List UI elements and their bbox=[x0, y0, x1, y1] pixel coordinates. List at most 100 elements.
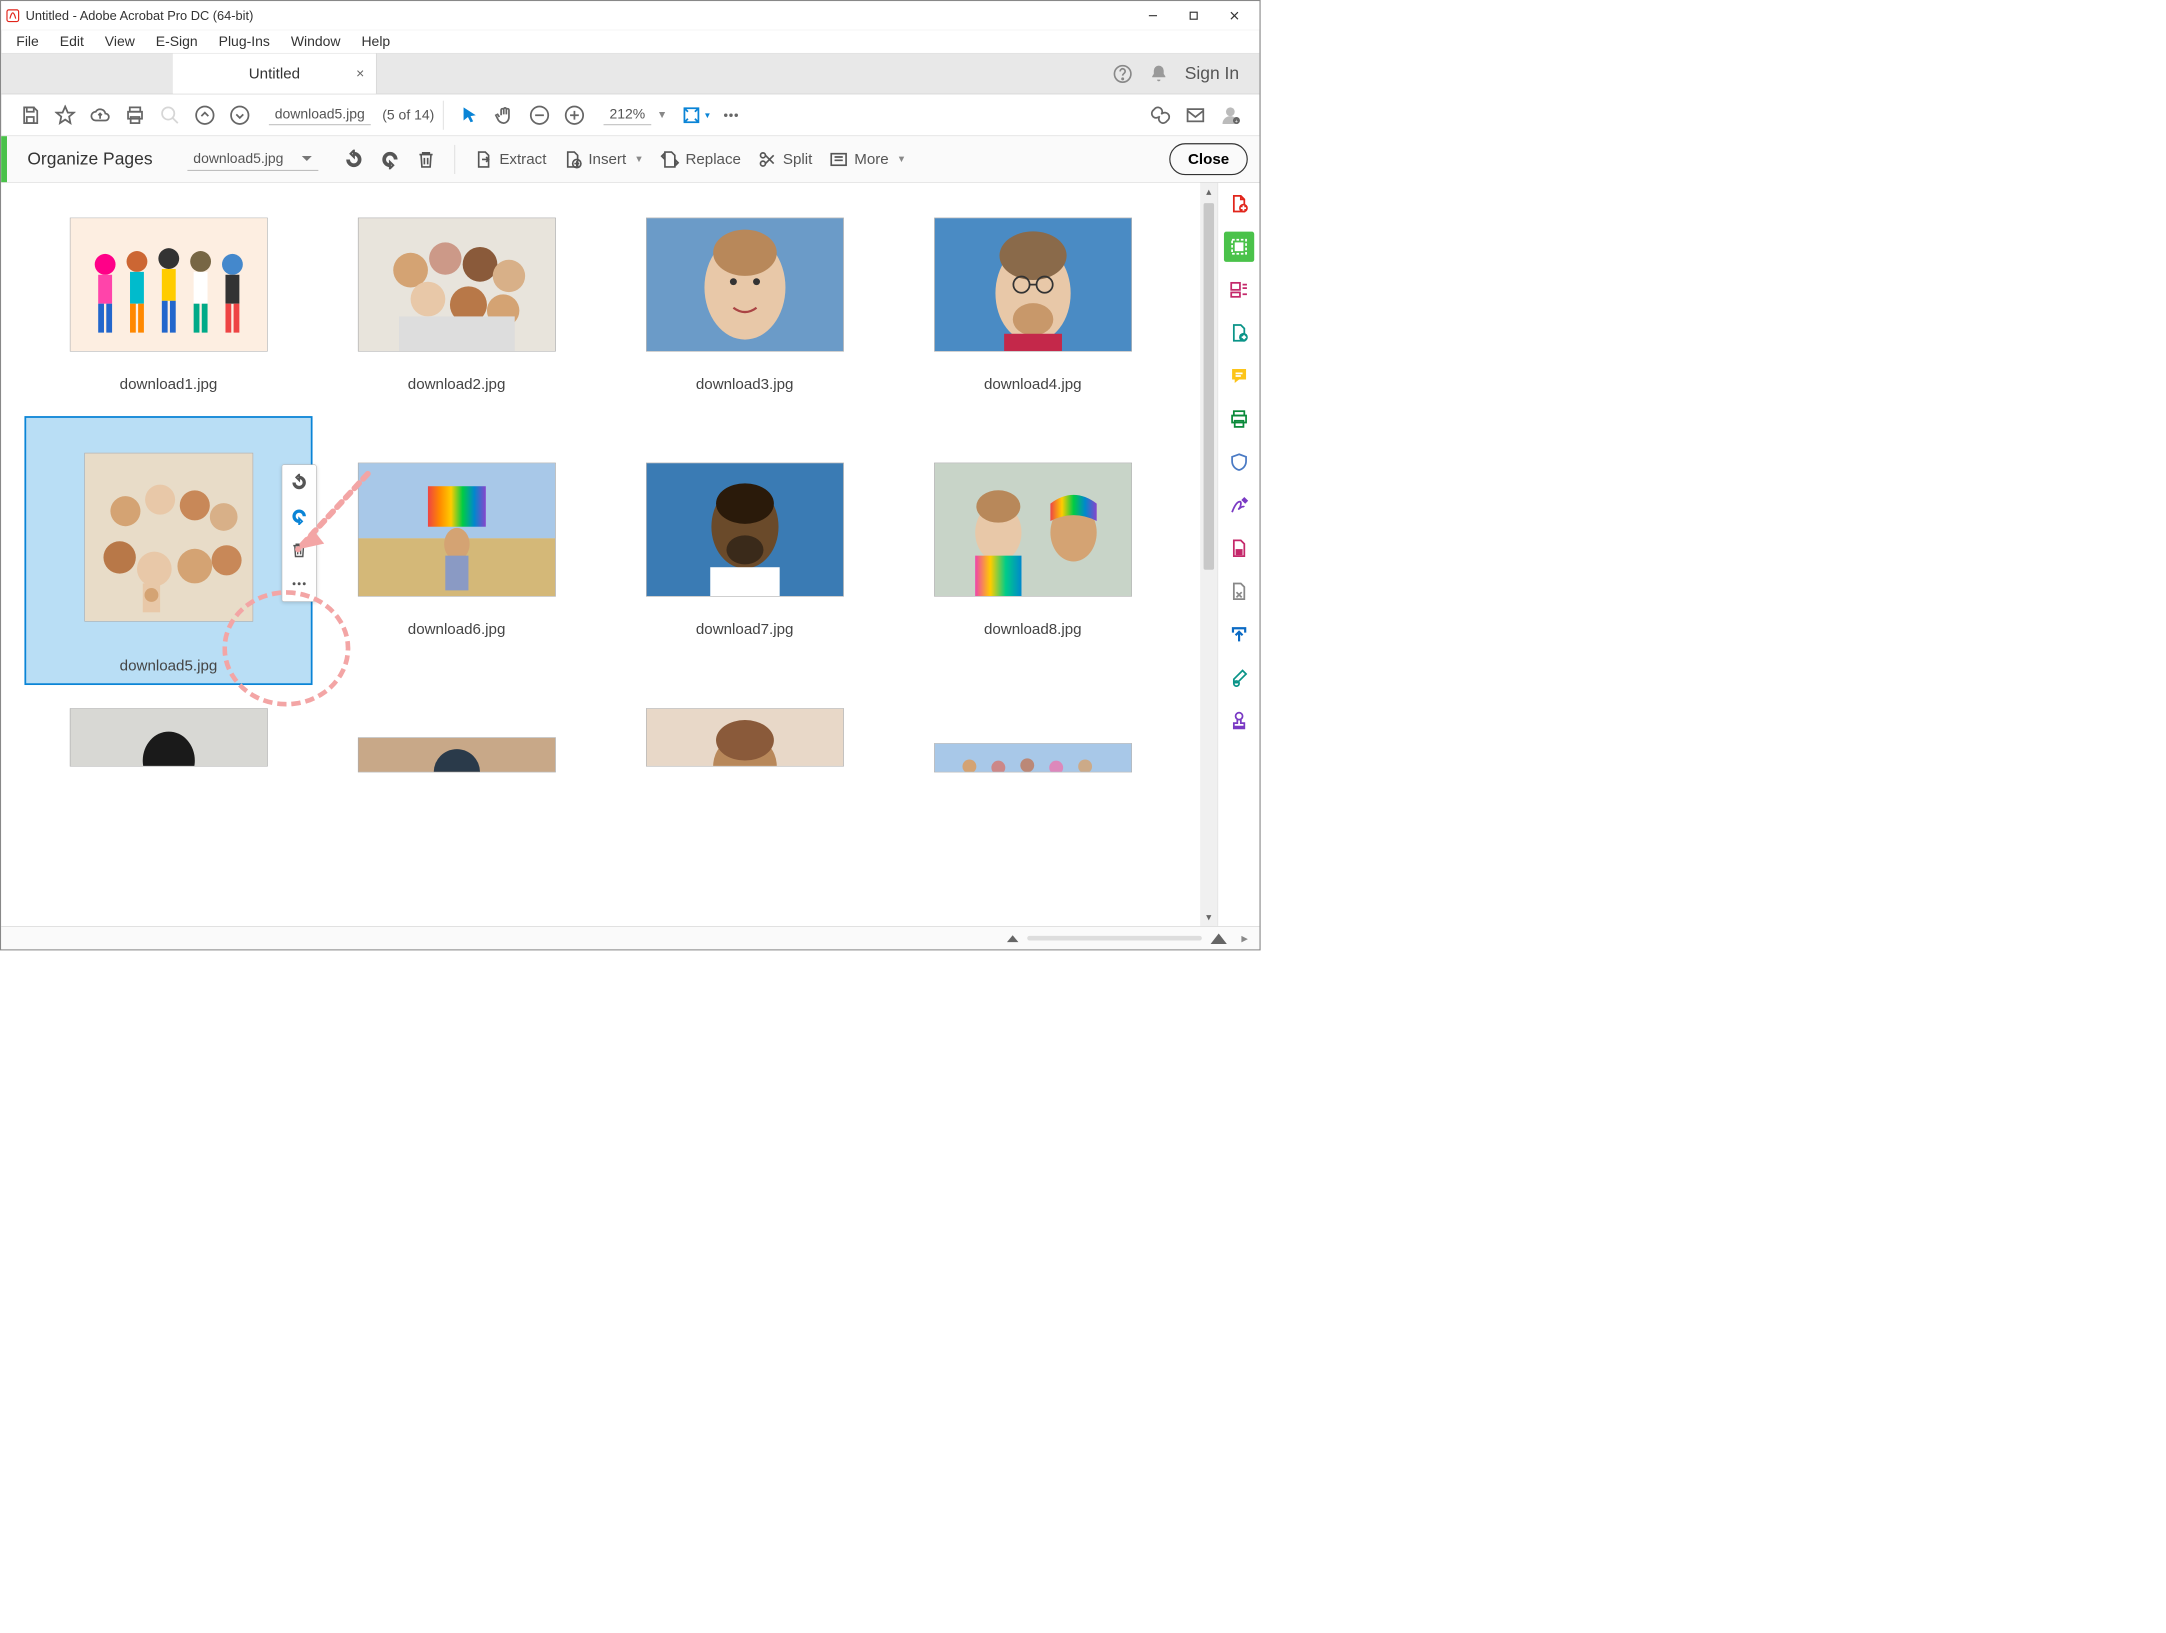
scroll-up-arrow[interactable]: ▴ bbox=[1206, 183, 1211, 200]
page-thumbnail[interactable] bbox=[313, 708, 601, 772]
page-position-label: (5 of 14) bbox=[382, 107, 434, 123]
minimize-button[interactable] bbox=[1133, 4, 1174, 27]
help-icon[interactable] bbox=[1113, 64, 1133, 84]
menu-plugins[interactable]: Plug-Ins bbox=[208, 31, 280, 53]
thumbnail-image bbox=[934, 743, 1132, 772]
insert-button[interactable]: Insert▼ bbox=[555, 145, 652, 174]
zoom-value[interactable]: 212% bbox=[604, 105, 651, 125]
share-link-icon[interactable] bbox=[1143, 97, 1178, 132]
print-tool-icon[interactable] bbox=[1224, 404, 1254, 434]
notification-bell-icon[interactable] bbox=[1149, 64, 1169, 84]
layout-tool-icon[interactable] bbox=[1224, 275, 1254, 305]
page-thumbnail-selected[interactable]: download5.jpg bbox=[24, 416, 312, 685]
thumbnail-image bbox=[646, 463, 844, 597]
scroll-down-arrow[interactable]: ▾ bbox=[1206, 909, 1211, 926]
menu-file[interactable]: File bbox=[6, 31, 49, 53]
replace-button[interactable]: Replace bbox=[652, 145, 749, 174]
scroll-down-icon[interactable] bbox=[222, 97, 257, 132]
zoom-small-icon[interactable] bbox=[1007, 934, 1019, 942]
tab-label: Untitled bbox=[249, 65, 300, 83]
certify-tool-icon[interactable] bbox=[1224, 662, 1254, 692]
tab-close-icon[interactable]: × bbox=[356, 65, 364, 81]
zoom-dropdown-icon[interactable]: ▼ bbox=[657, 109, 667, 121]
split-button[interactable]: Split bbox=[749, 145, 820, 174]
account-icon[interactable]: + bbox=[1213, 97, 1248, 132]
print-icon[interactable] bbox=[118, 97, 153, 132]
document-tab[interactable]: Untitled × bbox=[173, 54, 377, 94]
export-pdf-icon[interactable] bbox=[1224, 318, 1254, 348]
more-options-icon[interactable] bbox=[288, 572, 311, 595]
selection-cursor-icon[interactable] bbox=[452, 97, 487, 132]
close-window-button[interactable] bbox=[1214, 4, 1255, 27]
save-icon[interactable] bbox=[13, 97, 48, 132]
star-icon[interactable] bbox=[48, 97, 83, 132]
page-label: download1.jpg bbox=[120, 375, 218, 393]
delete-page-icon[interactable] bbox=[288, 538, 311, 561]
more-button[interactable]: More▼ bbox=[820, 145, 914, 174]
extract-button[interactable]: Extract bbox=[466, 145, 555, 174]
thumbnail-image bbox=[358, 737, 556, 772]
page-thumbnail[interactable]: download3.jpg bbox=[601, 218, 889, 393]
zoom-slider[interactable] bbox=[1027, 936, 1202, 941]
save-pdf-icon[interactable] bbox=[1224, 533, 1254, 563]
stamp-tool-icon[interactable] bbox=[1224, 705, 1254, 735]
email-icon[interactable] bbox=[1178, 97, 1213, 132]
rotate-cw-icon[interactable] bbox=[288, 505, 311, 528]
protect-tool-icon[interactable] bbox=[1224, 447, 1254, 477]
page-thumbnail[interactable] bbox=[889, 708, 1177, 772]
page-thumbnail[interactable]: download4.jpg bbox=[889, 218, 1177, 393]
menu-window[interactable]: Window bbox=[280, 31, 351, 53]
zoom-large-icon[interactable] bbox=[1211, 932, 1227, 944]
scroll-thumb[interactable] bbox=[1204, 203, 1214, 570]
thumbnail-image bbox=[934, 218, 1132, 352]
page-label: download5.jpg bbox=[120, 656, 218, 674]
menu-help[interactable]: Help bbox=[351, 31, 401, 53]
menu-esign[interactable]: E-Sign bbox=[145, 31, 208, 53]
close-button[interactable]: Close bbox=[1169, 143, 1247, 175]
toolbar-divider bbox=[443, 100, 444, 129]
rotate-ccw-icon[interactable] bbox=[288, 471, 311, 494]
page-thumbnail[interactable]: download6.jpg bbox=[313, 416, 601, 685]
page-thumbnail[interactable]: download7.jpg bbox=[601, 416, 889, 685]
cloud-upload-icon[interactable] bbox=[83, 97, 118, 132]
page-label: download3.jpg bbox=[696, 375, 794, 393]
maximize-button[interactable] bbox=[1173, 4, 1214, 27]
vertical-scrollbar[interactable]: ▴ ▾ bbox=[1200, 183, 1217, 926]
expand-panel-icon[interactable]: ▸ bbox=[1241, 930, 1247, 945]
thumbnail-image bbox=[646, 218, 844, 352]
sign-tool-icon[interactable] bbox=[1224, 490, 1254, 520]
share-tool-icon[interactable] bbox=[1224, 619, 1254, 649]
hand-pan-icon[interactable] bbox=[487, 97, 522, 132]
page-thumbnail[interactable] bbox=[601, 708, 889, 772]
page-label: download4.jpg bbox=[984, 375, 1082, 393]
zoom-out-icon[interactable] bbox=[522, 97, 557, 132]
page-thumbnail[interactable]: download1.jpg bbox=[24, 218, 312, 393]
rotate-cw-button[interactable] bbox=[372, 145, 408, 174]
rotate-ccw-button[interactable] bbox=[336, 145, 372, 174]
menu-edit[interactable]: Edit bbox=[49, 31, 94, 53]
more-tools-icon[interactable] bbox=[714, 97, 749, 132]
organize-file-dropdown[interactable]: download5.jpg bbox=[187, 148, 318, 171]
page-floating-toolbar bbox=[282, 464, 317, 601]
comment-tool-icon[interactable] bbox=[1224, 361, 1254, 391]
search-icon[interactable] bbox=[152, 97, 187, 132]
organize-pages-bar: Organize Pages download5.jpg Extract Ins… bbox=[1, 136, 1259, 183]
create-pdf-icon[interactable] bbox=[1224, 189, 1254, 219]
menu-view[interactable]: View bbox=[94, 31, 145, 53]
fit-page-icon[interactable]: ▼ bbox=[679, 97, 714, 132]
page-label: download7.jpg bbox=[696, 620, 794, 638]
home-tab-blank[interactable] bbox=[1, 54, 173, 94]
zoom-in-icon[interactable] bbox=[557, 97, 592, 132]
page-thumbnail[interactable]: download8.jpg bbox=[889, 416, 1177, 685]
page-thumbnail[interactable]: download2.jpg bbox=[313, 218, 601, 393]
thumbnail-image bbox=[84, 453, 253, 622]
sign-in-link[interactable]: Sign In bbox=[1185, 64, 1239, 84]
page-thumbnail[interactable] bbox=[24, 708, 312, 772]
delete-page-button[interactable] bbox=[408, 145, 444, 174]
current-page-filename[interactable]: download5.jpg bbox=[269, 105, 371, 125]
page-label: download2.jpg bbox=[408, 375, 506, 393]
organize-pages-tool-icon[interactable] bbox=[1224, 232, 1254, 262]
statusbar: ▸ bbox=[1, 926, 1259, 949]
spreadsheet-tool-icon[interactable] bbox=[1224, 576, 1254, 606]
scroll-up-icon[interactable] bbox=[187, 97, 222, 132]
